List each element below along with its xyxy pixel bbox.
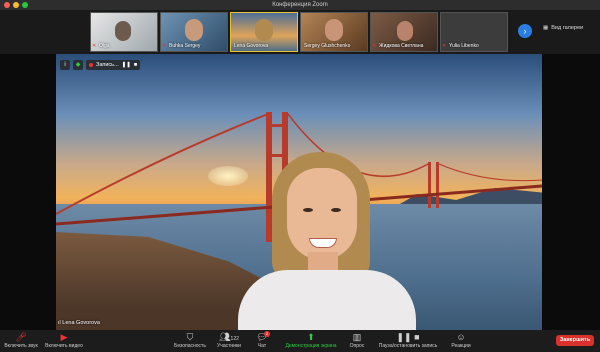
participant-thumb-zhidkova-svetlana[interactable]: ✕ Жидкова Светлана	[370, 12, 438, 52]
recording-indicator: i ◆ Запись... ❚❚ ■	[60, 60, 141, 70]
participant-thumb-sergey-glushchenko[interactable]: Sergey Glushchenko	[300, 12, 368, 52]
participant-name: Lena Govorova	[234, 43, 269, 49]
speaker-name: Lena Govorova	[62, 320, 100, 326]
start-video-button[interactable]: ▶︎ Включить видео	[42, 331, 86, 349]
muted-mic-icon: 🎤︎	[15, 332, 27, 342]
recording-dot-icon	[89, 63, 93, 67]
participants-button[interactable]: 👥︎122 Участники	[212, 331, 246, 349]
participant-name: Yulia Libenko	[449, 43, 479, 49]
video-off-icon: ▶︎	[60, 332, 68, 342]
meeting-toolbar: 🎤︎ Включить звук ▶︎ Включить видео ⛉ Без…	[0, 330, 600, 352]
close-window-button[interactable]	[4, 2, 10, 8]
share-screen-button[interactable]: ⬆︎ Демонстрация экрана	[280, 331, 342, 349]
info-icon[interactable]: i	[60, 60, 70, 70]
security-button[interactable]: ⛉ Безопасность	[170, 331, 210, 349]
participant-name: Жидкова Светлана	[379, 43, 424, 49]
participant-name: Sergey Glushchenko	[304, 43, 351, 49]
participant-name: Buhka Sergey	[169, 43, 201, 49]
pause-stop-icon: ❚❚ ■	[396, 332, 420, 342]
recording-label: Запись...	[96, 62, 119, 68]
chat-label: Чат	[257, 343, 267, 349]
chat-button[interactable]: 💬︎ 2 Чат	[248, 331, 276, 349]
participant-thumb-yulia-libenko[interactable]: ✕ Yulia Libenko	[440, 12, 508, 52]
muted-mic-icon: ✕	[162, 43, 167, 49]
speaker-person	[232, 152, 422, 330]
stop-recording-icon[interactable]: ■	[134, 62, 137, 68]
muted-mic-icon: ✕	[92, 43, 97, 49]
speaker-mic-icon: ıl	[58, 320, 61, 326]
chat-icon: 💬︎	[256, 332, 268, 342]
participant-thumb-lena-govorova[interactable]: Lena Govorova	[230, 12, 298, 52]
share-screen-icon: ⬆︎	[307, 332, 315, 342]
participants-label: Участники	[217, 343, 241, 349]
polls-label: Опрос	[349, 343, 365, 349]
end-meeting-button[interactable]: Завершить	[556, 335, 594, 346]
pause-stop-label: Пауза/остановить запись	[378, 343, 438, 349]
speaker-name-label: ıl Lena Govorova	[58, 320, 100, 326]
reactions-icon: ☺︎	[456, 332, 466, 342]
view-toggle-label: Вид галереи	[551, 25, 584, 31]
participant-name: Olga	[99, 43, 110, 49]
shield-icon: ⛉	[186, 332, 194, 342]
recording-pill: Запись... ❚❚ ■	[86, 60, 141, 70]
share-screen-label: Демонстрация экрана	[285, 343, 337, 349]
next-page-arrow-icon[interactable]: ›	[518, 24, 532, 38]
reactions-button[interactable]: ☺︎ Реакции	[446, 331, 476, 349]
participant-thumb-buhka-sergey[interactable]: ✕ Buhka Sergey	[160, 12, 228, 52]
pause-recording-icon[interactable]: ❚❚	[122, 62, 131, 68]
pause-stop-recording-button[interactable]: ❚❚ ■ Пауза/остановить запись	[376, 331, 440, 349]
muted-mic-icon: ✕	[442, 43, 447, 49]
window-title: Конференция Zoom	[272, 2, 328, 8]
security-label: Безопасность	[174, 343, 206, 349]
participants-count: 122	[230, 336, 239, 342]
shield-icon[interactable]: ◆	[73, 60, 83, 70]
participant-thumb-olga[interactable]: ✕ Olga	[90, 12, 158, 52]
gallery-strip: ✕ Olga ✕ Buhka Sergey Lena Govorova Serg…	[0, 10, 600, 54]
participants-icon: 👥︎122	[219, 332, 239, 342]
unmute-label: Включить звук	[4, 343, 38, 349]
start-video-label: Включить видео	[45, 343, 83, 349]
window-controls	[4, 2, 28, 8]
polls-icon: ▥	[352, 332, 362, 342]
maximize-window-button[interactable]	[22, 2, 28, 8]
active-speaker-video	[56, 54, 542, 330]
gallery-view-toggle[interactable]: ▦ Вид галереи	[543, 25, 583, 31]
zoom-window: Конференция Zoom ✕ Olga ✕ Buhka Sergey L…	[0, 0, 600, 352]
title-bar: Конференция Zoom	[0, 0, 600, 10]
reactions-label: Реакции	[451, 343, 471, 349]
muted-mic-icon: ✕	[372, 43, 377, 49]
minimize-window-button[interactable]	[13, 2, 19, 8]
polls-button[interactable]: ▥ Опрос	[344, 331, 370, 349]
unmute-button[interactable]: 🎤︎ Включить звук	[2, 331, 40, 349]
chat-badge: 2	[264, 331, 270, 337]
grid-icon: ▦	[543, 25, 549, 31]
